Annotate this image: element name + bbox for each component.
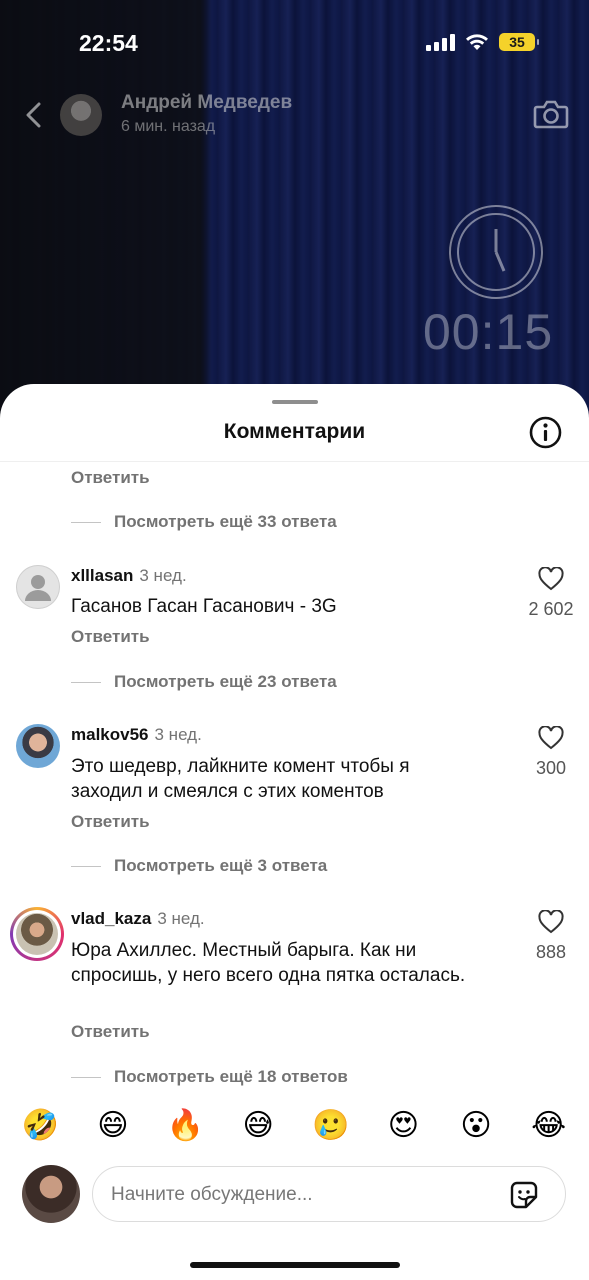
heart-icon[interactable] — [538, 726, 564, 750]
view-more-replies[interactable]: Посмотреть ещё 18 ответов — [71, 1067, 348, 1087]
back-chevron-icon[interactable] — [20, 100, 50, 130]
wifi-icon — [466, 34, 488, 50]
emoji-quick-bar: 🤣 😄 🔥 😅 🥲 😍 😮 😂 — [0, 1104, 589, 1148]
comment-text: Юра Ахиллес. Местный барыга. Как ни спро… — [71, 940, 466, 986]
divider-line — [71, 681, 101, 683]
reply-button[interactable]: Ответить — [71, 1022, 150, 1042]
comment-author[interactable]: malkov56 3 нед. — [71, 725, 202, 745]
comment-input[interactable] — [109, 1167, 503, 1223]
divider-line — [71, 1076, 101, 1078]
divider-line — [71, 865, 101, 867]
story-timer: 00:15 — [423, 304, 554, 360]
divider-line — [71, 521, 101, 523]
comment-text: Это шедевр, лайкните комент чтобы я захо… — [71, 756, 410, 802]
emoji-fire[interactable]: 🔥 — [161, 1111, 211, 1141]
author-avatar[interactable] — [60, 94, 102, 136]
view-more-replies[interactable]: Посмотреть ещё 33 ответа — [71, 512, 337, 532]
emoji-holding-tears[interactable]: 🥲 — [306, 1111, 356, 1141]
default-avatar-icon — [16, 565, 60, 609]
author-name[interactable]: Андрей Медведев — [121, 92, 292, 114]
status-time: 22:54 — [79, 30, 138, 56]
emoji-surprised[interactable]: 😮 — [451, 1111, 501, 1141]
reply-button[interactable]: Ответить — [71, 812, 150, 832]
emoji-heart-eyes[interactable]: 😍 — [378, 1111, 428, 1141]
camera-icon[interactable] — [533, 98, 569, 130]
sticker-icon[interactable] — [509, 1180, 539, 1210]
status-icons: 35 — [426, 33, 539, 51]
view-more-replies-label: Посмотреть ещё 33 ответа — [114, 512, 337, 531]
like-count: 300 — [535, 758, 567, 778]
clock-icon — [449, 205, 543, 299]
comment-time: 3 нед. — [157, 909, 205, 928]
info-icon[interactable] — [529, 416, 562, 449]
view-more-replies[interactable]: Посмотреть ещё 3 ответа — [71, 856, 327, 876]
comment-author[interactable]: xlllasan 3 нед. — [71, 566, 187, 586]
reply-button[interactable]: Ответить — [71, 627, 150, 647]
post-time: 6 мин. назад — [121, 118, 216, 135]
cellular-signal-icon — [426, 33, 455, 51]
emoji-grin[interactable]: 😄 — [88, 1111, 138, 1141]
view-more-replies[interactable]: Посмотреть ещё 23 ответа — [71, 672, 337, 692]
comment-username[interactable]: xlllasan — [71, 566, 133, 585]
story-header: Андрей Медведев 6 мин. назад — [0, 88, 589, 144]
emoji-joy[interactable]: 😂 — [524, 1111, 574, 1141]
sheet-grabber[interactable] — [272, 400, 318, 404]
current-user-avatar — [22, 1165, 80, 1223]
comment-input-container[interactable] — [92, 1166, 566, 1223]
like-count: 2 602 — [528, 599, 574, 619]
emoji-sweat-smile[interactable]: 😅 — [233, 1111, 283, 1141]
comment-username[interactable]: vlad_kaza — [71, 909, 151, 928]
comment-avatar[interactable] — [16, 724, 60, 768]
like-control[interactable]: 888 — [515, 910, 587, 963]
heart-icon[interactable] — [538, 567, 564, 591]
sheet-title: Комментарии — [223, 420, 366, 443]
heart-icon[interactable] — [538, 910, 564, 934]
reply-button[interactable]: Ответить — [71, 468, 150, 488]
like-count: 888 — [535, 942, 567, 962]
comment-avatar-story-ring[interactable] — [10, 907, 64, 961]
comment-time: 3 нед. — [154, 725, 202, 744]
emoji-rofl[interactable]: 🤣 — [15, 1111, 65, 1141]
battery-indicator: 35 — [499, 33, 539, 51]
view-more-replies-label: Посмотреть ещё 18 ответов — [114, 1067, 348, 1086]
like-control[interactable]: 300 — [515, 726, 587, 779]
comment-time: 3 нед. — [139, 566, 187, 585]
comment-username[interactable]: malkov56 — [71, 725, 149, 744]
comment-avatar — [13, 910, 61, 958]
comment-author[interactable]: vlad_kaza 3 нед. — [71, 909, 205, 929]
comment-text: Гасанов Гасан Гасанович - 3G — [71, 596, 337, 617]
view-more-replies-label: Посмотреть ещё 3 ответа — [114, 856, 328, 875]
comments-list: Ответить Посмотреть ещё 33 ответа xlllas… — [0, 462, 589, 1088]
home-indicator[interactable] — [190, 1262, 400, 1268]
like-control[interactable]: 2 602 — [515, 567, 587, 620]
view-more-replies-label: Посмотреть ещё 23 ответа — [114, 672, 337, 691]
comment-avatar[interactable] — [16, 565, 60, 609]
